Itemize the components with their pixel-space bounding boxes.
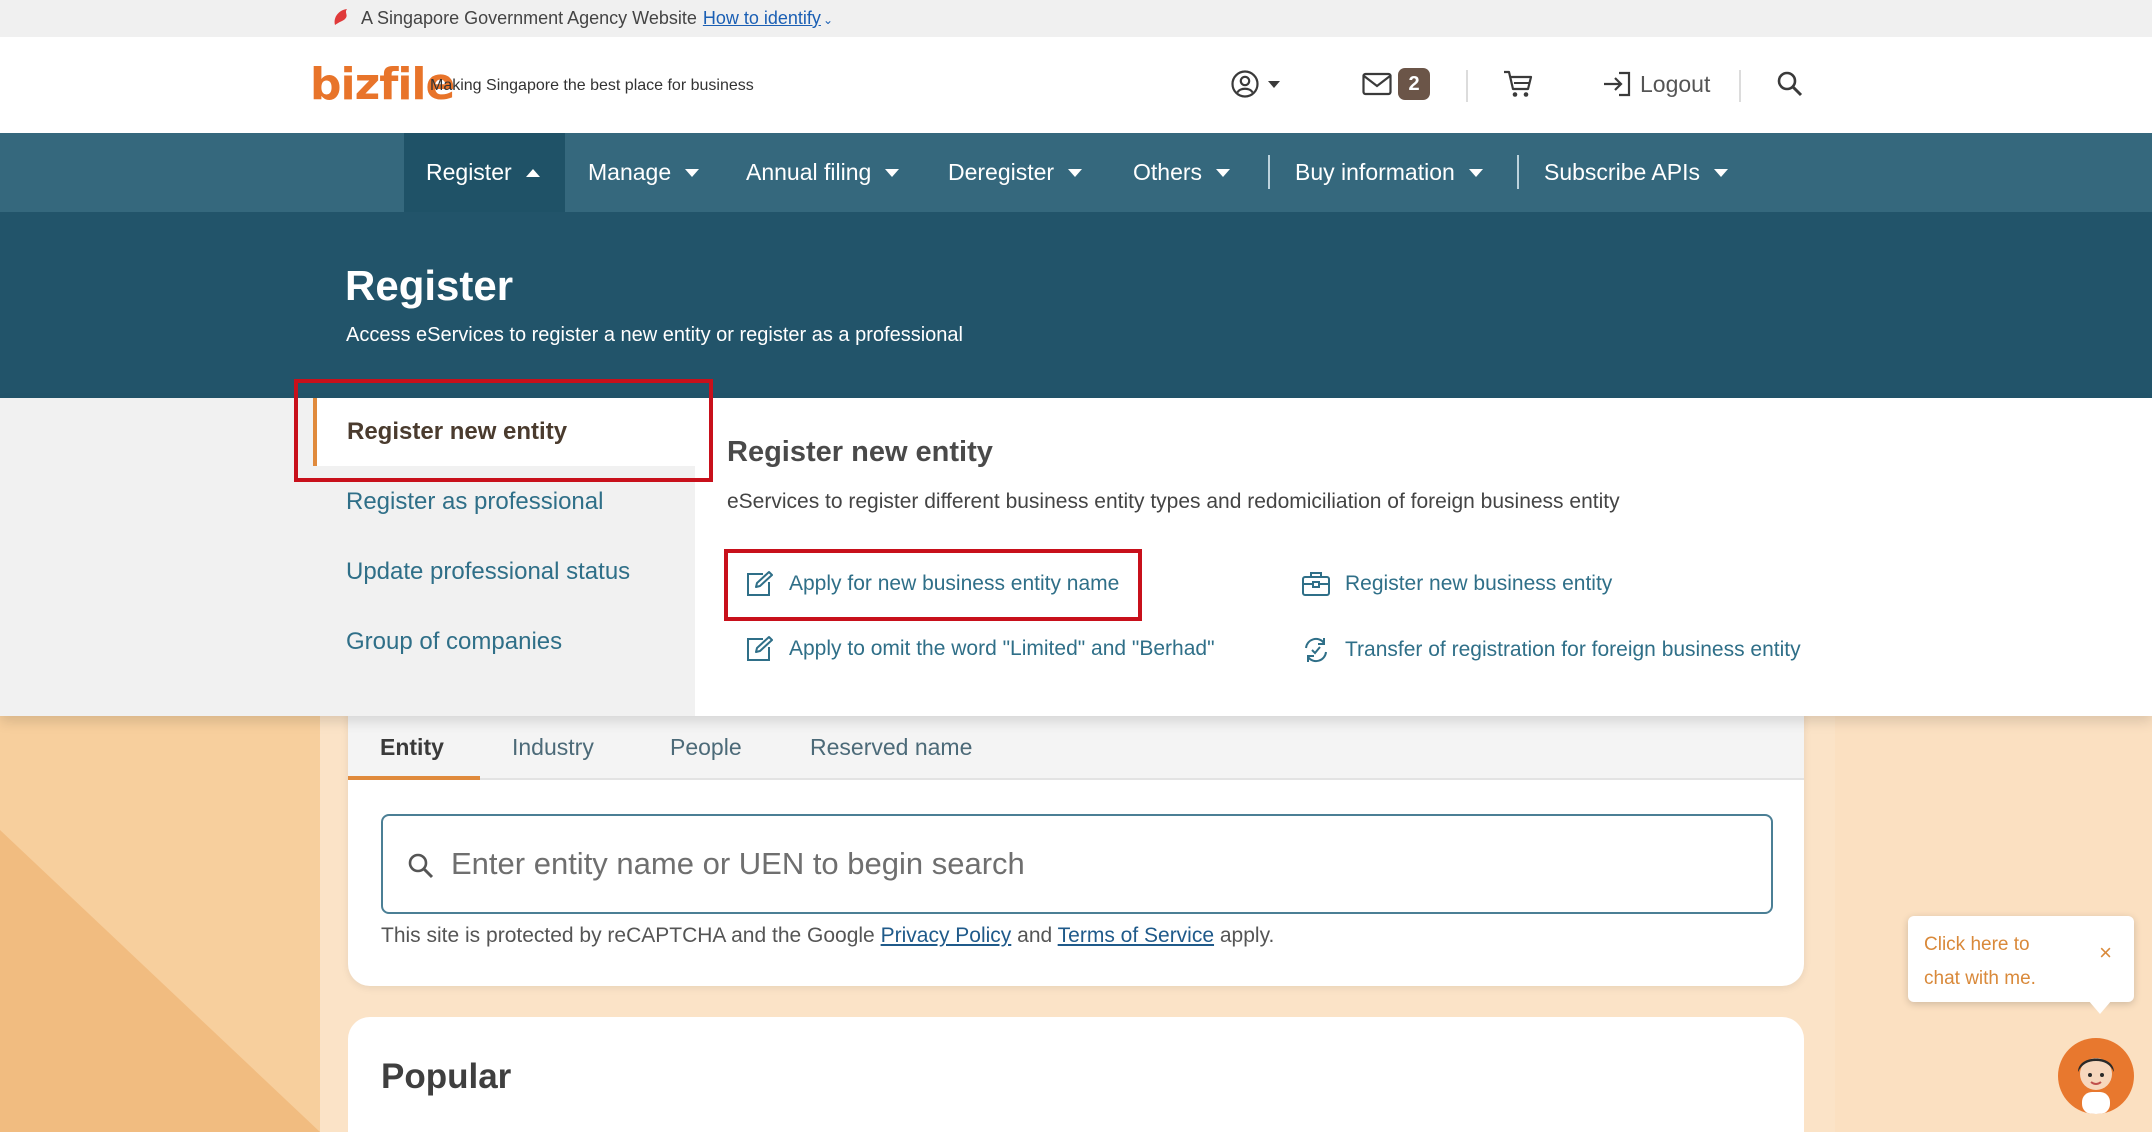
nav-label: Subscribe APIs (1544, 159, 1700, 185)
tagline: Making Singapore the best place for busi… (430, 77, 754, 94)
search-icon (408, 853, 434, 879)
chevron-down-icon (1216, 168, 1231, 177)
nav-label: Buy information (1295, 159, 1455, 185)
highlight-box-register-new-entity (294, 379, 713, 482)
chat-bubble-tail (2088, 1000, 2112, 1014)
chat-line: chat with me. (1924, 968, 2036, 989)
lion-head-icon (334, 9, 347, 25)
recaptcha-text: This site is protected by reCAPTCHA and … (381, 924, 875, 947)
site-header: bizfile Making Singapore the best place … (0, 37, 2152, 133)
sidebar-item-register-as-professional[interactable]: Register as professional (346, 488, 603, 516)
tab-industry[interactable]: Industry (512, 734, 594, 761)
gov-banner: A Singapore Government Agency Website How… (0, 0, 2152, 37)
gov-banner-label: A Singapore Government Agency Website (361, 8, 697, 28)
sidebar-item-group-of-companies[interactable]: Group of companies (346, 628, 562, 656)
page-subtitle: Access eServices to register a new entit… (346, 324, 963, 346)
nav-label: Register (426, 159, 512, 185)
privacy-policy-link[interactable]: Privacy Policy (881, 924, 1012, 947)
chevron-down-icon (1713, 168, 1728, 177)
chat-text: Click here to chat with me. (1924, 928, 2036, 996)
nav-subscribe-apis[interactable]: Subscribe APIs (1544, 133, 1728, 212)
nav-deregister[interactable]: Deregister (948, 133, 1083, 212)
nav-divider (1517, 155, 1519, 189)
tab-reserved-name[interactable]: Reserved name (810, 734, 972, 761)
search-card: Entity Industry People Reserved name Ent… (348, 690, 1804, 986)
inbox-button[interactable]: 2 (1362, 67, 1430, 101)
sidebar-item-update-professional-status[interactable]: Update professional status (346, 558, 630, 586)
chevron-up-icon (525, 168, 540, 177)
register-new-business-entity-link[interactable]: Register new business entity (1301, 570, 1612, 598)
nav-buy-information[interactable]: Buy information (1295, 133, 1483, 212)
nav-label: Others (1133, 159, 1203, 185)
nav-others[interactable]: Others (1133, 133, 1231, 212)
edit-icon (747, 636, 773, 661)
section-description: eServices to register different business… (727, 490, 1620, 513)
recaptcha-notice: This site is protected by reCAPTCHA and … (381, 924, 1274, 948)
popular-heading: Popular (381, 1057, 512, 1096)
search-placeholder: Enter entity name or UEN to begin search (451, 846, 1025, 881)
register-banner: Register Access eServices to register a … (0, 212, 2152, 398)
recaptcha-text: apply. (1219, 924, 1275, 947)
logout-button[interactable]: Logout (1602, 67, 1710, 101)
header-divider (1466, 70, 1468, 102)
nav-label: Manage (588, 159, 672, 185)
nav-annual-filing[interactable]: Annual filing (746, 133, 900, 212)
nav-label: Annual filing (746, 159, 872, 185)
entity-search-input[interactable]: Enter entity name or UEN to begin search (381, 814, 1773, 914)
popular-card: Popular (348, 1017, 1804, 1132)
link-label: Apply to omit the word "Limited" and "Be… (789, 637, 1215, 660)
close-icon[interactable]: × (2099, 940, 2112, 966)
page-title: Register (345, 262, 514, 309)
logout-icon (1604, 71, 1631, 97)
tab-entity[interactable]: Entity (380, 734, 444, 761)
logout-label: Logout (1640, 70, 1711, 97)
terms-of-service-link[interactable]: Terms of Service (1058, 924, 1214, 947)
nav-manage[interactable]: Manage (588, 133, 700, 212)
search-tabs: Entity Industry People Reserved name (348, 716, 1804, 780)
cart-button[interactable] (1502, 67, 1534, 101)
background-decoration (0, 830, 320, 1132)
briefcase-icon (1302, 572, 1330, 596)
main-nav: Register Manage Annual filing Deregister… (0, 133, 2152, 212)
chat-line: Click here to (1924, 934, 2030, 955)
mail-count-badge: 2 (1398, 68, 1430, 100)
chatbot-avatar[interactable] (2058, 1038, 2134, 1114)
link-label: Transfer of registration for foreign bus… (1345, 638, 1801, 661)
recaptcha-text: and (1017, 924, 1053, 947)
header-divider (1739, 70, 1741, 102)
gov-banner-text: A Singapore Government Agency Website How… (361, 8, 833, 29)
chevron-down-icon: ⌄ (822, 13, 833, 27)
link-label: Register new business entity (1345, 572, 1613, 595)
header-search-button[interactable] (1776, 67, 1804, 101)
nav-register[interactable]: Register (404, 133, 565, 212)
user-circle-icon (1231, 70, 1259, 98)
chevron-down-icon (1468, 168, 1483, 177)
chevron-down-icon (885, 168, 900, 177)
transfer-registration-foreign-link[interactable]: Transfer of registration for foreign bus… (1301, 635, 1801, 665)
highlight-box-apply-entity-name (724, 549, 1142, 621)
nav-divider (1268, 155, 1270, 189)
tab-people[interactable]: People (670, 734, 742, 761)
transfer-icon (1305, 637, 1327, 663)
chevron-down-icon (1068, 168, 1083, 177)
chevron-down-icon (685, 168, 700, 177)
account-menu-button[interactable] (1230, 67, 1280, 101)
assistant-avatar-icon (2078, 1058, 2114, 1114)
cart-icon (1504, 70, 1533, 97)
mail-icon (1362, 72, 1392, 96)
active-tab-indicator (348, 776, 480, 780)
search-icon (1777, 71, 1803, 97)
chevron-down-icon (1268, 80, 1280, 88)
nav-label: Deregister (948, 159, 1055, 185)
chat-bubble[interactable]: Click here to chat with me. × (1908, 916, 2134, 1014)
section-title: Register new entity (727, 436, 993, 468)
apply-omit-limited-berhad-link[interactable]: Apply to omit the word "Limited" and "Be… (745, 635, 1215, 663)
how-to-identify-link[interactable]: How to identify (703, 8, 821, 28)
